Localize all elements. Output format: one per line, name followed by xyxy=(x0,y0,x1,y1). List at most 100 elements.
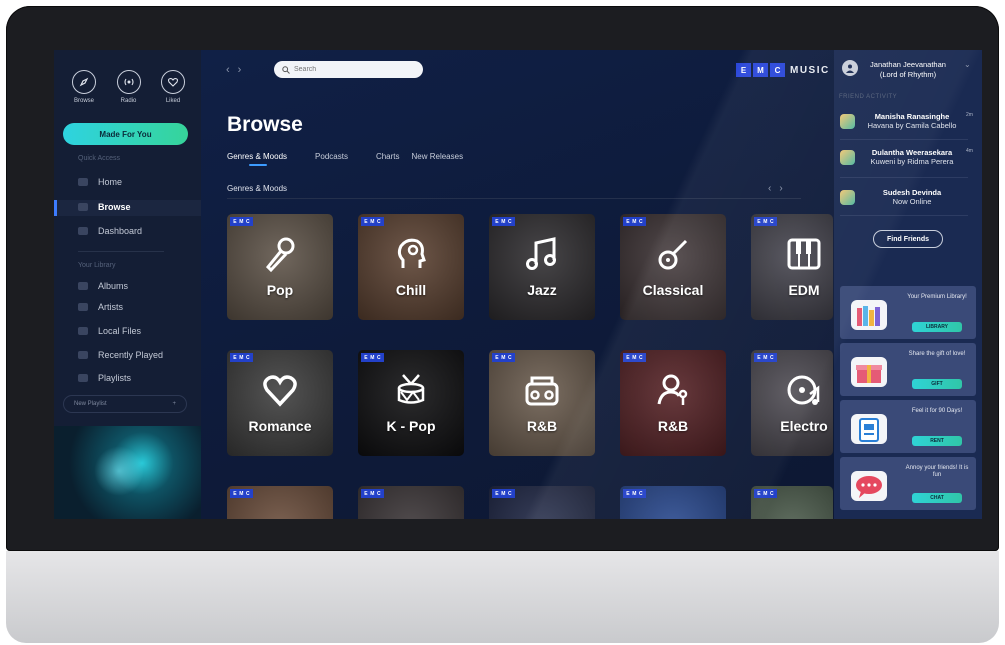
chat-button[interactable]: CHAT xyxy=(912,493,962,503)
genre-card-edm[interactable]: E M C EDM xyxy=(751,214,833,320)
new-playlist-button[interactable]: New Playlist + xyxy=(63,395,187,413)
genre-name: R&B xyxy=(526,418,558,434)
promo-card-gift[interactable]: Share the gift of love! GIFT xyxy=(840,343,976,396)
friend-item[interactable]: Sudesh Devinda Now Online xyxy=(840,188,974,206)
gift-button[interactable]: GIFT xyxy=(912,379,962,389)
chevron-down-icon[interactable]: ⌄ xyxy=(964,60,971,80)
made-for-you-button[interactable]: Made For You xyxy=(63,123,188,145)
emc-music-logo: E M C MUSIC xyxy=(736,63,830,77)
genre-card-r-b[interactable]: E M C R&B xyxy=(620,350,726,456)
carousel-next-icon[interactable]: › xyxy=(779,183,790,194)
promo-text: Share the gift of love! xyxy=(908,351,966,357)
genre-card-r-b[interactable]: E M C R&B xyxy=(489,350,595,456)
genre-name: Chill xyxy=(395,282,427,298)
tab-genres-moods[interactable]: Genres & Moods xyxy=(227,152,287,166)
genre-card-partial[interactable]: EMC xyxy=(620,486,726,519)
genre-card-pop[interactable]: E M C Pop xyxy=(227,214,333,320)
badge-letter: C xyxy=(639,490,643,497)
tab-podcasts[interactable]: Podcasts xyxy=(315,152,348,161)
sidebar-item-label: Home xyxy=(98,177,123,187)
sidebar-item-dashboard[interactable]: Dashboard xyxy=(78,226,198,236)
user-subtitle: (Lord of Rhythm) xyxy=(879,70,937,79)
genre-card-partial[interactable]: EMC xyxy=(227,486,333,519)
friend-item[interactable]: Dulantha Weerasekara Kuweni by Ridma Pere… xyxy=(840,148,974,166)
sidebar-item-playlists[interactable]: Playlists xyxy=(78,373,198,383)
sidebar-item-label: Albums xyxy=(98,281,129,291)
forward-arrow-icon[interactable]: › xyxy=(238,64,250,76)
badge-letter: E xyxy=(233,218,237,225)
sidebar-liked-shortcut[interactable]: Liked xyxy=(155,70,191,104)
library-button[interactable]: LIBRARY xyxy=(912,322,962,332)
rent-button[interactable]: RENT xyxy=(912,436,962,446)
tab-charts[interactable]: Charts xyxy=(376,152,400,161)
sidebar-item-local-files[interactable]: Local Files xyxy=(78,326,198,336)
friend-item[interactable]: Manisha Ranasinghe Havana by Camila Cabel… xyxy=(840,112,974,130)
friend-text: Sudesh Devinda Now Online xyxy=(860,188,964,206)
sidebar-item-albums[interactable]: Albums xyxy=(78,281,198,291)
badge-letter: C xyxy=(246,218,250,225)
sidebar-item-recently-played[interactable]: Recently Played xyxy=(78,350,198,360)
badge-letter: C xyxy=(639,218,643,225)
sidebar-item-label: Playlists xyxy=(98,373,132,383)
album-icon xyxy=(78,282,88,290)
microphone-icon xyxy=(227,234,333,274)
calendar-icon xyxy=(851,414,887,444)
emc-badge: EMC xyxy=(361,489,384,498)
promo-card-library[interactable]: Your Premium Library! LIBRARY xyxy=(840,286,976,339)
genre-card-k-pop[interactable]: EMC K - Pop xyxy=(358,350,464,456)
now-playing-artwork[interactable] xyxy=(54,426,201,519)
search-icon xyxy=(282,65,290,74)
section-divider xyxy=(227,198,801,199)
badge-letter: M xyxy=(632,218,637,225)
gift-icon xyxy=(851,357,887,387)
badge-letter: M xyxy=(632,490,637,497)
sidebar-top-icons: Browse Radio Liked xyxy=(66,70,191,104)
genre-name: R&B xyxy=(657,418,689,434)
genre-card-jazz[interactable]: E M C Jazz xyxy=(489,214,595,320)
promo-card-rent[interactable]: Feel it for 90 Days! RENT xyxy=(840,400,976,453)
promo-card-chat[interactable]: Annoy your friends! It is fun CHAT xyxy=(840,457,976,510)
sidebar-shortcut-label: Liked xyxy=(165,98,181,104)
genre-card-romance[interactable]: E M C Romance xyxy=(227,350,333,456)
sidebar-item-browse[interactable]: Browse xyxy=(78,202,198,212)
folder-icon xyxy=(78,327,88,335)
radio-icon xyxy=(116,70,141,94)
genre-name: Electro xyxy=(780,418,828,434)
tab-new-releases[interactable]: New Releases xyxy=(412,152,464,161)
genre-card-partial[interactable]: EMC xyxy=(358,486,464,519)
sidebar-item-home[interactable]: Home xyxy=(78,177,198,187)
genre-card-electro[interactable]: E M C Electro xyxy=(751,350,833,456)
sidebar-browse-shortcut[interactable]: Browse xyxy=(66,70,102,104)
badge-letter: M xyxy=(239,218,244,225)
badge-letter: M xyxy=(370,218,375,225)
back-arrow-icon[interactable]: ‹ xyxy=(226,64,238,76)
sidebar-item-artists[interactable]: Artists xyxy=(78,302,198,312)
genre-card-classical[interactable]: E M C Classical xyxy=(620,214,726,320)
genre-card-chill[interactable]: E M C Chill xyxy=(358,214,464,320)
badge-letter: E xyxy=(364,218,368,225)
find-friends-button[interactable]: Find Friends xyxy=(873,230,943,248)
genre-card-partial[interactable]: EMC xyxy=(489,486,595,519)
genre-name: Romance xyxy=(248,418,312,434)
carousel-prev-icon[interactable]: ‹ xyxy=(768,183,779,194)
badge-letter: E xyxy=(495,354,499,361)
singer-icon xyxy=(620,370,726,410)
search-bar[interactable] xyxy=(274,61,423,78)
your-library-heading: Your Library xyxy=(78,262,116,269)
badge-letter: C xyxy=(508,218,512,225)
search-input[interactable] xyxy=(294,66,414,73)
badge-letter: C xyxy=(508,354,512,361)
genre-name: K - Pop xyxy=(386,418,436,434)
sidebar-radio-shortcut[interactable]: Radio xyxy=(111,70,147,104)
badge-letter: M xyxy=(763,218,768,225)
books-icon xyxy=(851,300,887,330)
badge-letter: C xyxy=(508,490,512,497)
badge-letter: E xyxy=(233,490,237,497)
home-icon xyxy=(78,178,88,186)
monitor-chin xyxy=(6,551,999,643)
user-profile[interactable]: Janathan Jeevanathan (Lord of Rhythm) ⌄ xyxy=(842,60,978,80)
main-content: ‹› E M C MUSIC Browse Genres & Moods Pod… xyxy=(201,50,834,519)
chat-icon xyxy=(851,471,887,501)
badge-letter: E xyxy=(233,354,237,361)
genre-card-partial[interactable]: EMC xyxy=(751,486,833,519)
